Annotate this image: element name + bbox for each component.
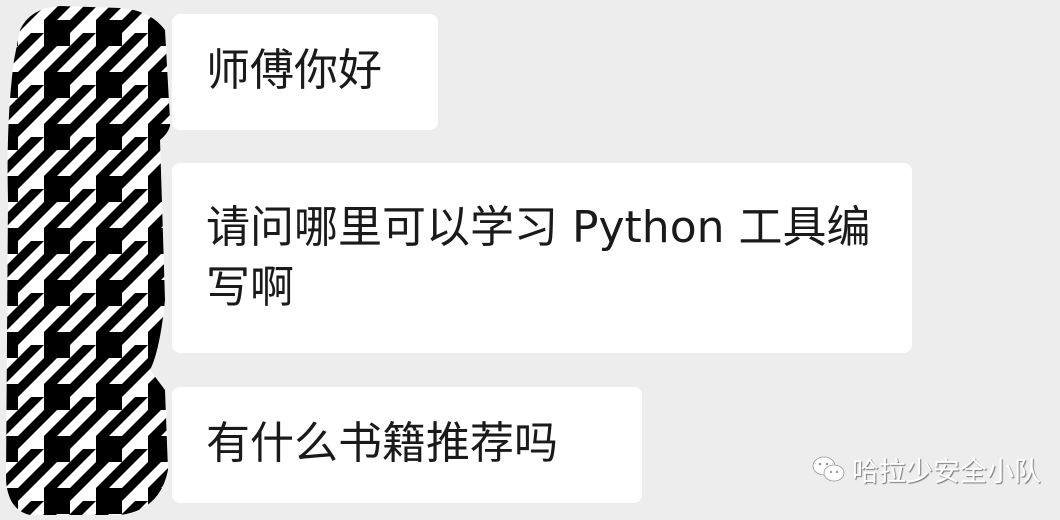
avatar-redaction-mask (6, 6, 171, 515)
message-text: 师傅你好 (206, 45, 382, 96)
message-text: 有什么书籍推荐吗 (206, 418, 558, 469)
watermark: 哈拉少安全小队 (812, 450, 1041, 489)
message-bubble[interactable]: 师傅你好 (172, 14, 438, 130)
watermark-text: 哈拉少安全小队 (852, 457, 1041, 488)
wechat-icon (812, 456, 845, 481)
message-bubble[interactable]: 请问哪里可以学习 Python 工具编写啊 (172, 163, 912, 353)
message-text: 请问哪里可以学习 Python 工具编写啊 (206, 202, 871, 313)
message-bubble[interactable]: 有什么书籍推荐吗 (172, 387, 642, 503)
